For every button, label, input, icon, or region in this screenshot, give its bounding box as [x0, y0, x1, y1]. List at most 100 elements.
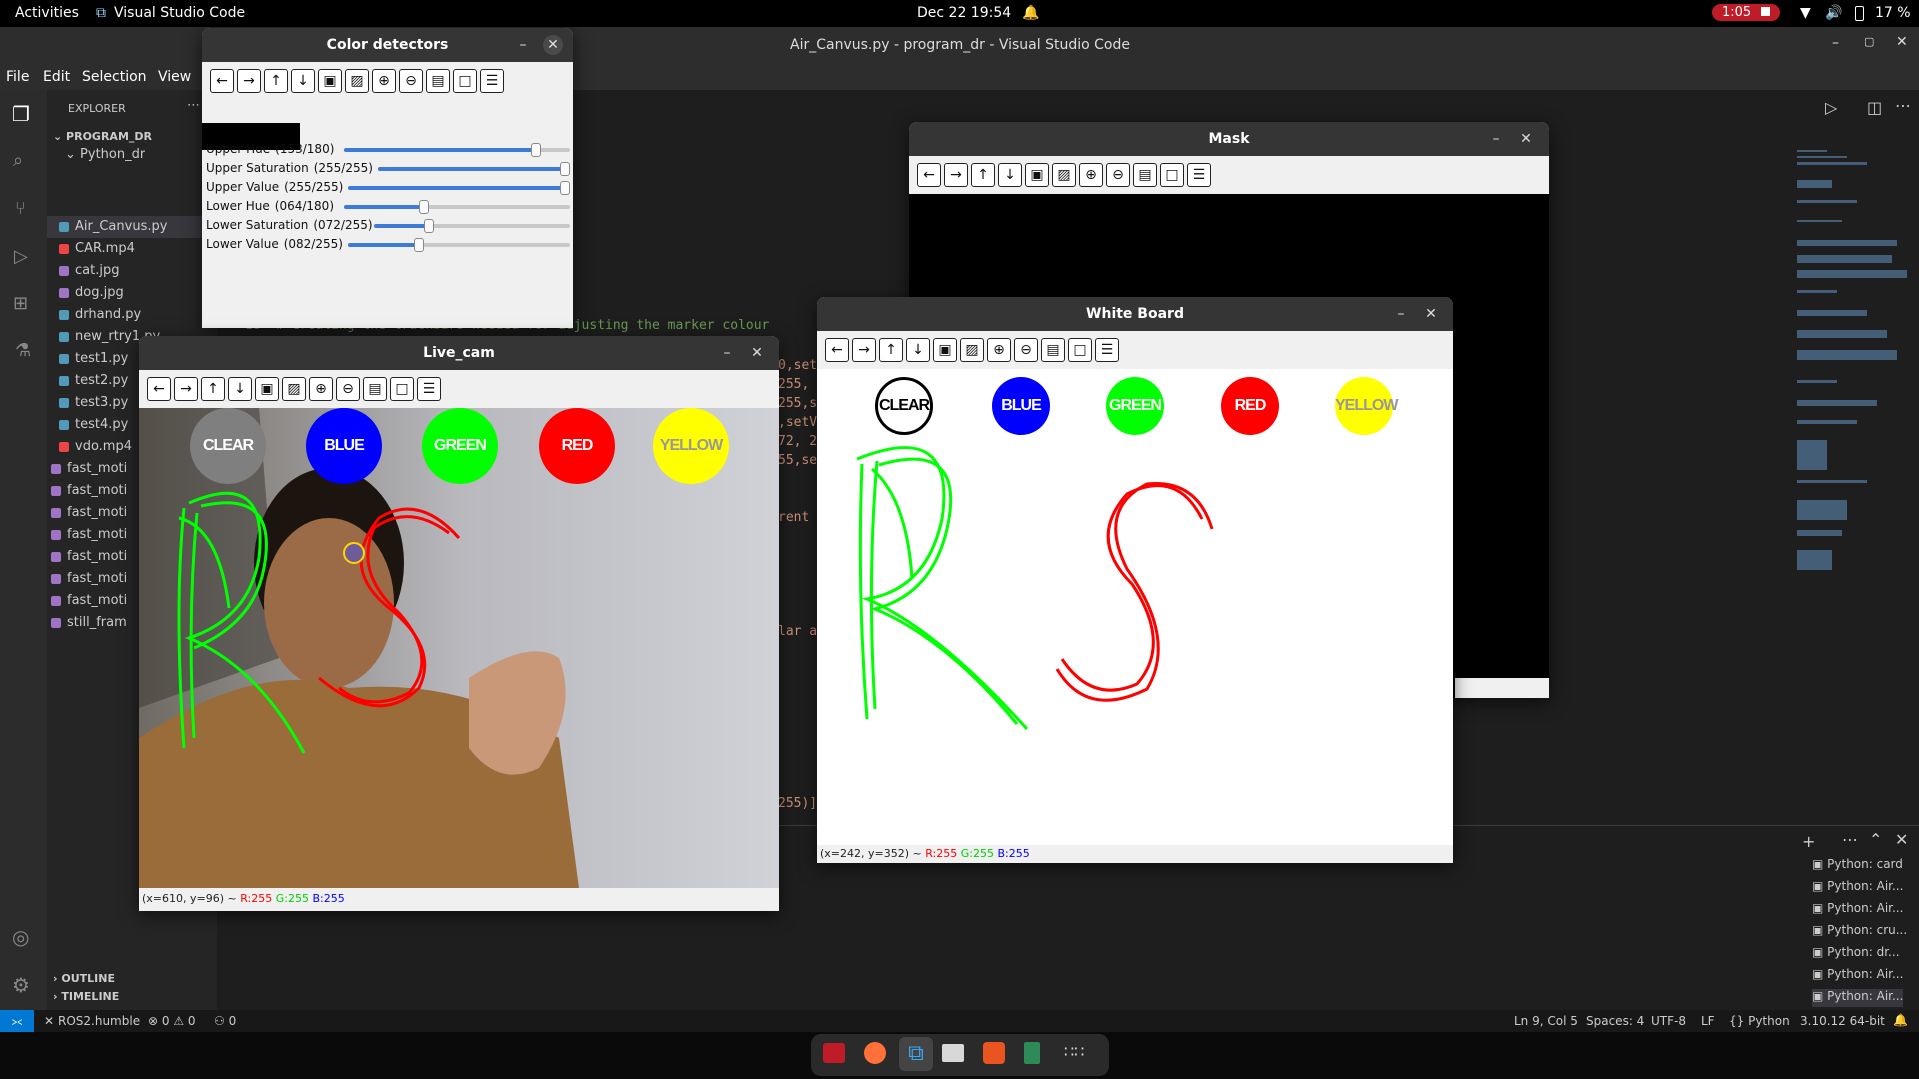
trackbar-slider[interactable]	[348, 238, 570, 252]
run-icon[interactable]: ▷	[1825, 98, 1837, 117]
zoom-fit-icon[interactable]: ▨	[282, 377, 306, 401]
trackbar-slider[interactable]	[344, 200, 570, 214]
search-icon[interactable]: ⌕	[13, 150, 23, 171]
green-color-button[interactable]: GREEN	[1106, 377, 1164, 435]
copy-icon[interactable]: □	[1068, 338, 1092, 362]
close-icon[interactable]: ✕	[540, 28, 566, 62]
minimize-icon[interactable]: –	[1388, 297, 1414, 331]
testing-icon[interactable]: ⚗	[15, 340, 31, 361]
red-color-button[interactable]: RED	[539, 408, 615, 484]
trackbar-handle[interactable]	[560, 162, 570, 176]
terminal-tab[interactable]: ▣ Python: card	[1812, 857, 1903, 875]
terminal-tab[interactable]: ▣ Python: Air...	[1812, 989, 1904, 1007]
zoom-reset-icon[interactable]: ▣	[255, 377, 279, 401]
red-color-button[interactable]: RED	[1221, 377, 1279, 435]
zoom-fit-icon[interactable]: ▨	[960, 338, 984, 362]
blue-color-button[interactable]: BLUE	[992, 377, 1050, 435]
yellow-color-button[interactable]: YELLOW	[1335, 377, 1398, 435]
zoom-out-icon[interactable]: ⊖	[1106, 163, 1130, 187]
minimize-icon[interactable]: –	[1483, 122, 1509, 156]
source-control-icon[interactable]: ⑂	[15, 198, 26, 219]
file-item[interactable]: dog.jpg	[59, 282, 217, 304]
firefox-icon[interactable]	[864, 1042, 886, 1064]
trackbar-handle[interactable]	[414, 238, 425, 252]
settings-gear-icon[interactable]: ⚙	[12, 973, 30, 997]
properties-icon[interactable]: ☰	[1095, 338, 1119, 362]
zoom-fit-icon[interactable]: ▨	[1052, 163, 1076, 187]
copy-icon[interactable]: □	[390, 377, 414, 401]
zoom-out-icon[interactable]: ⊖	[399, 69, 423, 93]
terminal-tab[interactable]: ▣ Python: Air...	[1812, 879, 1903, 897]
properties-icon[interactable]: ☰	[480, 69, 504, 93]
pan-up-icon[interactable]: ↑	[971, 163, 995, 187]
show-apps-icon[interactable]: ∷∷	[1064, 1042, 1084, 1061]
pan-right-icon[interactable]: →	[944, 163, 968, 187]
minimap[interactable]	[1797, 150, 1907, 580]
screen-record-indicator[interactable]: 1:05	[1712, 4, 1781, 21]
minimize-icon[interactable]: –	[714, 336, 740, 370]
trackbar-slider[interactable]	[344, 143, 570, 157]
copy-icon[interactable]: □	[453, 69, 477, 93]
pan-down-icon[interactable]: ↓	[228, 377, 252, 401]
live-cam-window[interactable]: Live_cam – ✕ ← → ↑ ↓ ▣ ▨ ⊕ ⊖ ▤ □ ☰ CLEAR BLUE GREEN R…	[139, 336, 779, 911]
explorer-icon[interactable]: ❐	[12, 102, 30, 126]
minimize-icon[interactable]: –	[510, 28, 536, 62]
pan-right-icon[interactable]: →	[174, 377, 198, 401]
file-item[interactable]: cat.jpg	[59, 260, 217, 282]
file-item[interactable]: Air_Canvus.py	[47, 216, 217, 238]
properties-icon[interactable]: ☰	[1187, 163, 1211, 187]
pan-down-icon[interactable]: ↓	[906, 338, 930, 362]
trackbar-handle[interactable]	[419, 200, 430, 214]
line-ending[interactable]: LF	[1701, 1014, 1715, 1028]
app-menu-label[interactable]: Visual Studio Code	[114, 5, 245, 21]
folder-python-dr[interactable]: ⌄ Python_dr	[65, 144, 145, 166]
pan-up-icon[interactable]: ↑	[264, 69, 288, 93]
save-icon[interactable]: ▤	[363, 377, 387, 401]
problems-indicator[interactable]: ⊗ 0 ⚠ 0	[148, 1014, 196, 1028]
pan-up-icon[interactable]: ↑	[201, 377, 225, 401]
color-detectors-window[interactable]: Color detectors – ✕ ← → ↑ ↓ ▣ ▨ ⊕ ⊖ ▤ □ ☰ Upper Hu…	[202, 28, 573, 328]
pan-left-icon[interactable]: ←	[210, 69, 234, 93]
timeline-section[interactable]: › TIMELINE	[53, 986, 119, 1008]
blue-color-button[interactable]: BLUE	[306, 408, 382, 484]
zoom-out-icon[interactable]: ⊖	[336, 377, 360, 401]
clock[interactable]: Dec 22 19:54	[917, 5, 1011, 21]
zoom-in-icon[interactable]: ⊕	[309, 377, 333, 401]
extensions-icon[interactable]: ⊞	[13, 293, 28, 314]
file-item[interactable]: CAR.mp4	[59, 238, 217, 260]
close-icon[interactable]: ✕	[1513, 122, 1539, 156]
pan-down-icon[interactable]: ↓	[998, 163, 1022, 187]
close-panel-icon[interactable]: ✕	[1895, 830, 1908, 849]
pan-up-icon[interactable]: ↑	[879, 338, 903, 362]
terminal-tab[interactable]: ▣ Python: dr...	[1812, 945, 1900, 963]
copy-icon[interactable]: □	[1160, 163, 1184, 187]
trackbar-slider[interactable]	[374, 219, 570, 233]
language-mode[interactable]: {} Python	[1729, 1014, 1790, 1028]
zoom-reset-icon[interactable]: ▣	[933, 338, 957, 362]
pan-left-icon[interactable]: ←	[147, 377, 171, 401]
clear-color-button[interactable]: CLEAR	[190, 408, 266, 484]
menu-selection[interactable]: Selection	[82, 69, 147, 85]
trash-icon[interactable]	[1024, 1042, 1040, 1064]
pan-left-icon[interactable]: ←	[917, 163, 941, 187]
terminal-tab[interactable]: ▣ Python: Air...	[1812, 967, 1903, 985]
close-icon[interactable]: ✕	[1896, 34, 1908, 50]
white-board-window[interactable]: White Board – ✕ ← → ↑ ↓ ▣ ▨ ⊕ ⊖ ▤ □ ☰ CLEAR BLUE GRE…	[817, 297, 1453, 863]
close-icon[interactable]: ✕	[744, 336, 770, 370]
terminal-tab[interactable]: ▣ Python: cru...	[1812, 923, 1907, 941]
restore-icon[interactable]: ▢	[1864, 35, 1874, 48]
remote-icon[interactable]: ⪥	[0, 1010, 34, 1032]
menu-edit[interactable]: Edit	[43, 69, 70, 85]
new-terminal-icon[interactable]: +	[1802, 832, 1815, 851]
interpreter-version[interactable]: 3.10.12 64-bit	[1800, 1014, 1885, 1028]
clear-color-button[interactable]: CLEAR	[875, 377, 933, 435]
more-actions-icon[interactable]: ⋯	[187, 98, 200, 113]
minimize-icon[interactable]: –	[1832, 35, 1839, 51]
activities-button[interactable]: Activities	[15, 5, 79, 21]
zoom-out-icon[interactable]: ⊖	[1014, 338, 1038, 362]
properties-icon[interactable]: ☰	[417, 377, 441, 401]
zoom-reset-icon[interactable]: ▣	[1025, 163, 1049, 187]
zoom-in-icon[interactable]: ⊕	[372, 69, 396, 93]
ports-indicator[interactable]: ⚇ 0	[214, 1014, 236, 1028]
files-app-icon[interactable]	[942, 1044, 964, 1062]
